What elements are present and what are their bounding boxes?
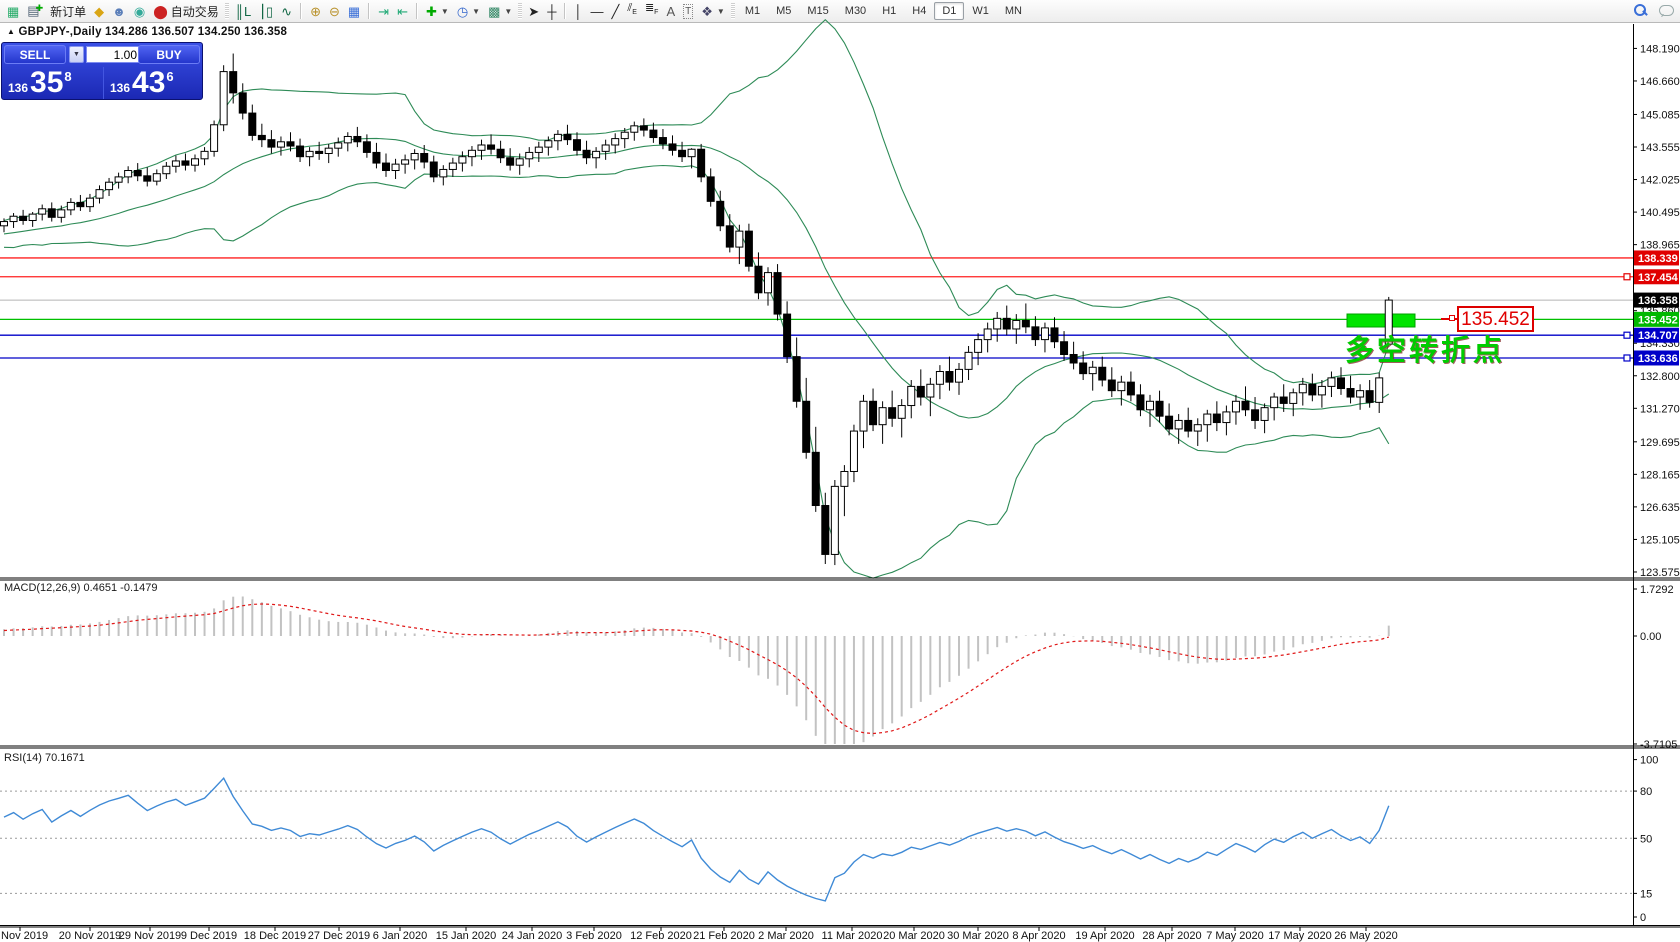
svg-text:27 Dec 2019: 27 Dec 2019 — [308, 930, 370, 942]
svg-text:133.636: 133.636 — [1638, 353, 1678, 365]
price-axis[interactable]: 148.190 146.660 145.085 143.555 142.025 140.4… — [1624, 43, 1680, 924]
svg-text:143.555: 143.555 — [1640, 142, 1680, 154]
svg-text:140.495: 140.495 — [1640, 207, 1680, 219]
rsi-label: RSI(14) 70.1671 — [4, 752, 85, 764]
svg-text:100: 100 — [1640, 755, 1658, 767]
svg-text:137.454: 137.454 — [1638, 272, 1679, 284]
svg-text:50: 50 — [1640, 833, 1652, 845]
macd-layer — [4, 596, 1389, 744]
date-axis[interactable]: 1 Nov 2019 20 Nov 201929 Nov 20199 Dec 20… — [0, 927, 1398, 942]
sell-price-main: 35 — [30, 68, 63, 98]
svg-text:15: 15 — [1640, 888, 1652, 900]
svg-text:19 Apr 2020: 19 Apr 2020 — [1075, 930, 1134, 942]
price-callout-label[interactable]: 135.452 — [1457, 306, 1534, 332]
sell-price-int: 136 — [8, 81, 28, 95]
svg-text:2 Mar 2020: 2 Mar 2020 — [758, 930, 814, 942]
window-marker-icon: ▲ — [7, 27, 15, 36]
svg-text:148.190: 148.190 — [1640, 43, 1680, 55]
svg-text:15 Jan 2020: 15 Jan 2020 — [436, 930, 497, 942]
svg-text:125.105: 125.105 — [1640, 534, 1680, 546]
svg-text:24 Jan 2020: 24 Jan 2020 — [502, 930, 563, 942]
svg-text:29 Nov 2019: 29 Nov 2019 — [119, 930, 181, 942]
svg-text:21 Feb 2020: 21 Feb 2020 — [693, 930, 755, 942]
svg-text:138.965: 138.965 — [1640, 240, 1680, 252]
sell-price-sup: 8 — [64, 69, 71, 84]
buy-price[interactable]: 136 43 6 — [110, 62, 174, 98]
volume-decrease-button[interactable]: ▼ — [69, 46, 84, 63]
svg-text:142.025: 142.025 — [1640, 175, 1680, 187]
callout-anchor-handle[interactable] — [1449, 315, 1455, 321]
candles-layer — [1, 54, 1393, 566]
svg-text:123.575: 123.575 — [1640, 567, 1680, 579]
svg-text:132.800: 132.800 — [1640, 371, 1680, 383]
svg-text:129.695: 129.695 — [1640, 437, 1680, 449]
svg-text:-3.7105: -3.7105 — [1640, 739, 1677, 751]
panel-divider — [103, 67, 104, 99]
rsi-layer — [0, 778, 1633, 901]
svg-text:8 Apr 2020: 8 Apr 2020 — [1012, 930, 1065, 942]
buy-price-sup: 6 — [166, 69, 173, 84]
buy-price-int: 136 — [110, 81, 130, 95]
svg-text:80: 80 — [1640, 786, 1652, 798]
one-click-trading-panel: SELL ▼ 1.00 ▲ BUY 136 35 8 136 43 6 — [1, 42, 203, 100]
svg-text:20 Mar 2020: 20 Mar 2020 — [883, 930, 945, 942]
chart-surface[interactable]: 148.190 146.660 145.085 143.555 142.025 140.4… — [0, 0, 1680, 942]
svg-text:17 May 2020: 17 May 2020 — [1268, 930, 1332, 942]
svg-text:6 Jan 2020: 6 Jan 2020 — [373, 930, 427, 942]
svg-text:135.452: 135.452 — [1638, 314, 1678, 326]
svg-text:26 May 2020: 26 May 2020 — [1334, 930, 1398, 942]
symbol-ohlc-line: ▲ GBPJPY-,Daily 134.286 136.507 134.250 … — [7, 26, 287, 38]
volume-input[interactable]: 1.00 — [86, 46, 142, 63]
svg-text:9 Dec 2019: 9 Dec 2019 — [181, 930, 237, 942]
svg-text:126.635: 126.635 — [1640, 502, 1680, 514]
mt4-terminal: ▦ ▤✚ 新订单 ◆ ☻ ◉ ⬤ 自动交易 ║L ⎮▯ ∿ ⊕ ⊖ ▦ ⇥ ⇤ … — [0, 0, 1680, 942]
svg-text:28 Apr 2020: 28 Apr 2020 — [1142, 930, 1201, 942]
macd-label: MACD(12,26,9) 0.4651 -0.1479 — [4, 582, 157, 594]
svg-text:134.707: 134.707 — [1638, 330, 1678, 342]
sell-price[interactable]: 136 35 8 — [8, 62, 72, 98]
svg-text:0.00: 0.00 — [1640, 631, 1661, 643]
svg-text:136.358: 136.358 — [1638, 295, 1678, 307]
symbol-ohlc-text: GBPJPY-,Daily 134.286 136.507 134.250 13… — [19, 26, 288, 38]
svg-text:3 Feb 2020: 3 Feb 2020 — [566, 930, 622, 942]
svg-text:7 May 2020: 7 May 2020 — [1206, 930, 1263, 942]
svg-text:131.270: 131.270 — [1640, 403, 1680, 415]
svg-text:1.7292: 1.7292 — [1640, 584, 1674, 596]
svg-text:128.165: 128.165 — [1640, 469, 1680, 481]
svg-text:11 Mar 2020: 11 Mar 2020 — [822, 930, 883, 942]
svg-text:0: 0 — [1640, 912, 1646, 924]
svg-text:20 Nov 2019: 20 Nov 2019 — [59, 930, 121, 942]
svg-text:18 Dec 2019: 18 Dec 2019 — [244, 930, 306, 942]
bollinger-bands-layer — [4, 20, 1389, 579]
buy-price-main: 43 — [132, 68, 165, 98]
bull-bear-turning-point-annotation[interactable]: 多空转折点 — [1345, 327, 1505, 369]
svg-text:12 Feb 2020: 12 Feb 2020 — [630, 930, 692, 942]
svg-text:146.660: 146.660 — [1640, 76, 1680, 88]
svg-text:1 Nov 2019: 1 Nov 2019 — [0, 930, 48, 942]
green-rectangle-layer[interactable] — [1347, 314, 1415, 327]
svg-text:145.085: 145.085 — [1640, 109, 1680, 121]
svg-text:138.339: 138.339 — [1638, 253, 1678, 265]
svg-text:30 Mar 2020: 30 Mar 2020 — [947, 930, 1009, 942]
